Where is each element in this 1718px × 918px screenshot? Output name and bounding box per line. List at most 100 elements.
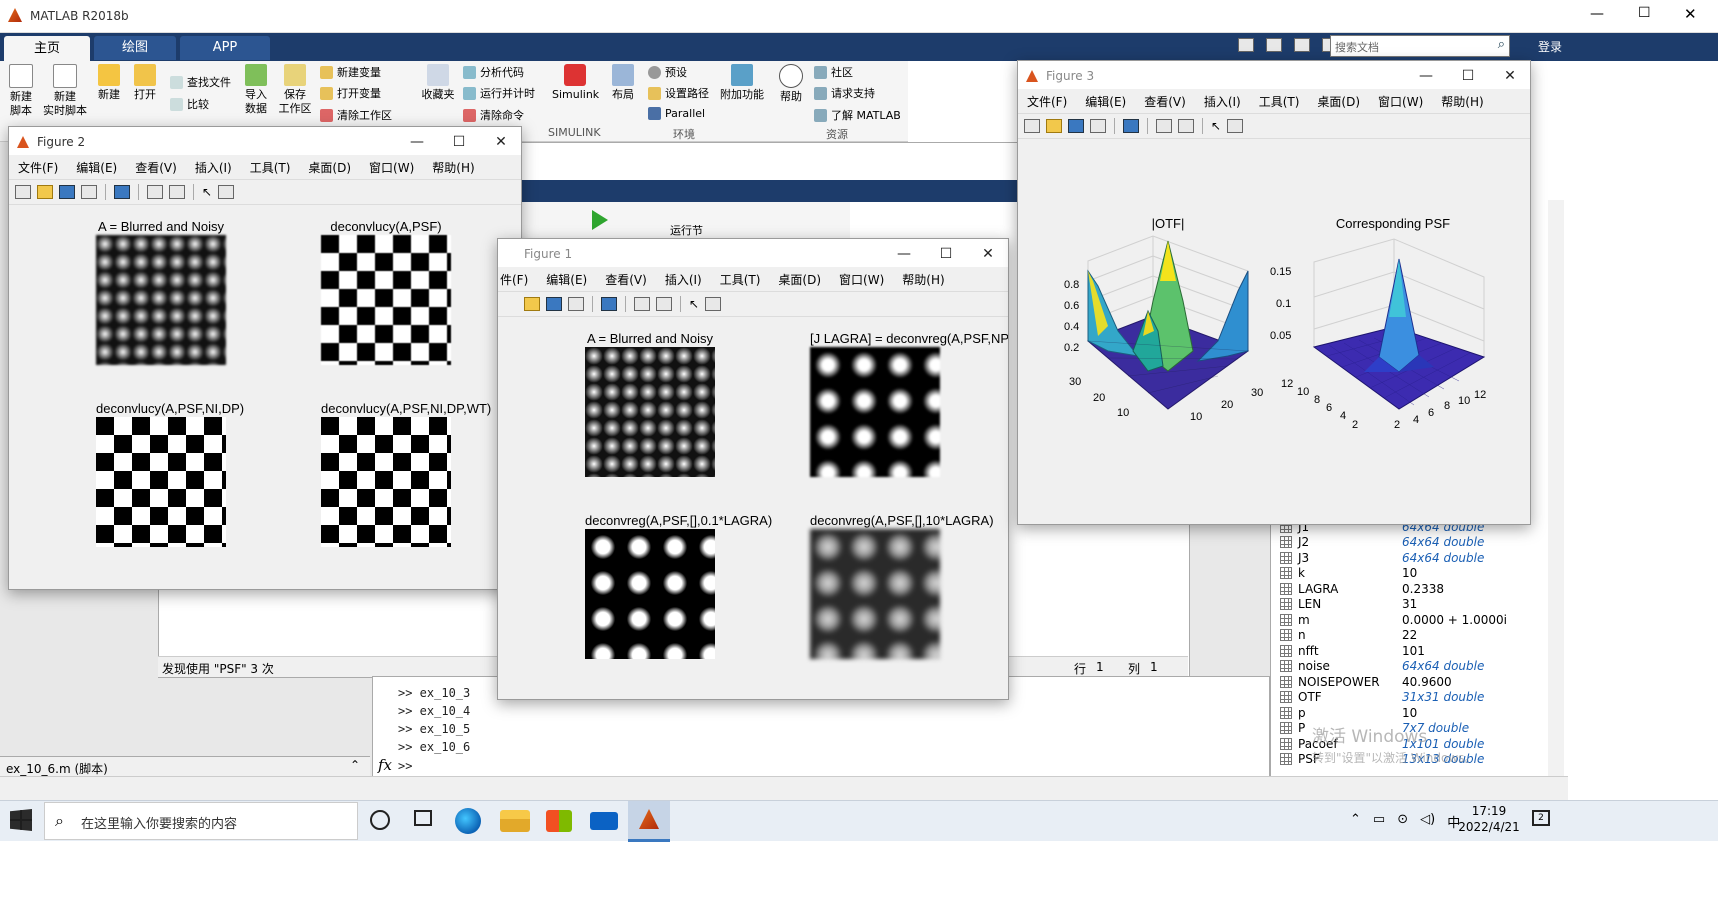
minimize-button[interactable]: — xyxy=(1404,61,1448,91)
menu-tools[interactable]: 工具(T) xyxy=(250,159,291,176)
request-support-button[interactable]: 请求支持 xyxy=(814,85,875,101)
set-path-button[interactable]: 设置路径 xyxy=(648,85,709,101)
fx-icon[interactable]: fx xyxy=(378,756,392,774)
workspace-scrollbar[interactable] xyxy=(1548,200,1564,776)
new-variable-button[interactable]: 新建变量 xyxy=(320,64,381,80)
new-button[interactable]: 新建 xyxy=(94,64,124,102)
workspace-row[interactable]: LAGRA 0.2338 xyxy=(1280,581,1444,597)
menu-help[interactable]: 帮助(H) xyxy=(902,271,944,288)
save-icon[interactable] xyxy=(1238,38,1254,52)
menu-view[interactable]: 查看(V) xyxy=(1144,93,1186,110)
new-figure-icon[interactable] xyxy=(1024,119,1040,133)
workspace-row[interactable]: OTF 31x31 double xyxy=(1280,690,1484,706)
store-icon[interactable] xyxy=(546,810,572,832)
colorbar-icon[interactable] xyxy=(634,297,650,311)
workspace-row[interactable]: nfft 101 xyxy=(1280,643,1425,659)
save-workspace-button[interactable]: 保存 工作区 xyxy=(278,64,312,116)
simulink-button[interactable]: Simulink xyxy=(552,64,599,102)
close-button[interactable]: ✕ xyxy=(479,127,521,157)
menu-edit[interactable]: 编辑(E) xyxy=(76,159,117,176)
tab-plots[interactable]: 绘图 xyxy=(94,36,176,60)
colorbar-icon[interactable] xyxy=(147,185,163,199)
parallel-button[interactable]: Parallel xyxy=(648,107,705,120)
minimize-button[interactable]: — xyxy=(1590,6,1604,22)
print-icon[interactable] xyxy=(81,185,97,199)
login-link[interactable]: 登录 xyxy=(1538,38,1562,55)
clear-commands-button[interactable]: 清除命令 xyxy=(463,107,524,123)
run-icon[interactable] xyxy=(592,210,608,230)
network-icon[interactable]: ▭ xyxy=(1373,812,1385,831)
command-prompt[interactable]: >> xyxy=(398,759,412,773)
colorbar-icon[interactable] xyxy=(1156,119,1172,133)
run-and-time-button[interactable]: 运行并计时 xyxy=(463,85,535,101)
menu-view[interactable]: 查看(V) xyxy=(135,159,177,176)
chevron-up-icon[interactable]: ⌃ xyxy=(350,758,360,772)
workspace-row[interactable]: m 0.0000 + 1.0000i xyxy=(1280,612,1507,628)
favorites-button[interactable]: 收藏夹 xyxy=(420,64,456,102)
addons-button[interactable]: 附加功能 xyxy=(720,64,764,102)
find-files-button[interactable]: 查找文件 xyxy=(170,74,231,90)
search-icon[interactable]: ⌕ xyxy=(1498,37,1505,52)
search-docs-input[interactable]: 搜索文档 ⌕ xyxy=(1330,35,1510,57)
new-figure-icon[interactable] xyxy=(15,185,31,199)
preferences-button[interactable]: 预设 xyxy=(648,64,687,80)
link-plot-icon[interactable] xyxy=(114,185,130,199)
figure2-window[interactable]: Figure 2 — ☐ ✕ 文件(F) 编辑(E) 查看(V) 插入(I) 工具(T)… xyxy=(8,126,522,590)
menu-view[interactable]: 查看(V) xyxy=(605,271,647,288)
tab-apps[interactable]: APP xyxy=(180,36,270,60)
menu-file[interactable]: 件(F) xyxy=(500,271,528,288)
menu-desktop[interactable]: 桌面(D) xyxy=(308,159,351,176)
property-editor-icon[interactable] xyxy=(218,185,235,199)
security-icon[interactable]: ⊙ xyxy=(1397,812,1408,831)
workspace-row[interactable]: J3 64x64 double xyxy=(1280,550,1484,566)
chevron-up-icon[interactable]: ⌃ xyxy=(1350,812,1361,831)
community-button[interactable]: 社区 xyxy=(814,64,853,80)
legend-icon[interactable] xyxy=(169,185,185,199)
open-icon[interactable] xyxy=(524,297,540,311)
workspace-row[interactable]: NOISEPOWER 40.9600 xyxy=(1280,674,1452,690)
menu-file[interactable]: 文件(F) xyxy=(18,159,58,176)
workspace-row[interactable]: LEN 31 xyxy=(1280,597,1417,613)
maximize-button[interactable]: ☐ xyxy=(1638,5,1651,21)
menu-tools[interactable]: 工具(T) xyxy=(1259,93,1300,110)
menu-tools[interactable]: 工具(T) xyxy=(720,271,761,288)
menu-window[interactable]: 窗口(W) xyxy=(1378,93,1423,110)
menu-edit[interactable]: 编辑(E) xyxy=(1085,93,1126,110)
file-explorer-icon[interactable] xyxy=(500,810,530,832)
edge-browser-icon[interactable] xyxy=(455,808,481,834)
menu-insert[interactable]: 插入(I) xyxy=(195,159,232,176)
link-plot-icon[interactable] xyxy=(1123,119,1139,133)
compare-button[interactable]: 比较 xyxy=(170,96,209,112)
menu-insert[interactable]: 插入(I) xyxy=(1204,93,1241,110)
learn-matlab-button[interactable]: 了解 MATLAB xyxy=(814,107,901,123)
legend-icon[interactable] xyxy=(1178,119,1194,133)
maximize-button[interactable]: ☐ xyxy=(1446,61,1490,91)
import-data-button[interactable]: 导入 数据 xyxy=(240,64,272,116)
link-plot-icon[interactable] xyxy=(601,297,617,311)
pointer-icon[interactable]: ↖ xyxy=(202,185,212,199)
close-button[interactable]: ✕ xyxy=(1488,61,1530,91)
print-icon[interactable] xyxy=(568,297,584,311)
clock[interactable]: 17:19 2022/4/21 xyxy=(1458,803,1520,835)
clear-workspace-button[interactable]: 清除工作区 xyxy=(320,107,392,123)
notification-button[interactable]: 2 xyxy=(1532,810,1550,826)
tab-home[interactable]: 主页 xyxy=(4,36,90,62)
pointer-icon[interactable]: ↖ xyxy=(1211,119,1221,133)
maximize-button[interactable]: ☐ xyxy=(437,127,481,157)
new-script-button[interactable]: 新建 脚本 xyxy=(6,64,36,118)
menu-edit[interactable]: 编辑(E) xyxy=(546,271,587,288)
minimize-button[interactable]: — xyxy=(882,239,926,269)
menu-insert[interactable]: 插入(I) xyxy=(665,271,702,288)
legend-icon[interactable] xyxy=(656,297,672,311)
workspace-row[interactable]: J2 64x64 double xyxy=(1280,535,1484,551)
taskbar-search-box[interactable]: ⌕ 在这里输入你要搜索的内容 xyxy=(44,802,358,840)
menu-help[interactable]: 帮助(H) xyxy=(432,159,474,176)
property-editor-icon[interactable] xyxy=(705,297,722,311)
run-section-button[interactable]: 运行节 xyxy=(670,222,703,238)
workspace-row[interactable]: p 10 xyxy=(1280,705,1417,721)
menu-window[interactable]: 窗口(W) xyxy=(839,271,884,288)
menu-help[interactable]: 帮助(H) xyxy=(1441,93,1483,110)
save-icon[interactable] xyxy=(546,297,562,311)
start-button[interactable] xyxy=(10,809,32,831)
save-icon[interactable] xyxy=(59,185,75,199)
